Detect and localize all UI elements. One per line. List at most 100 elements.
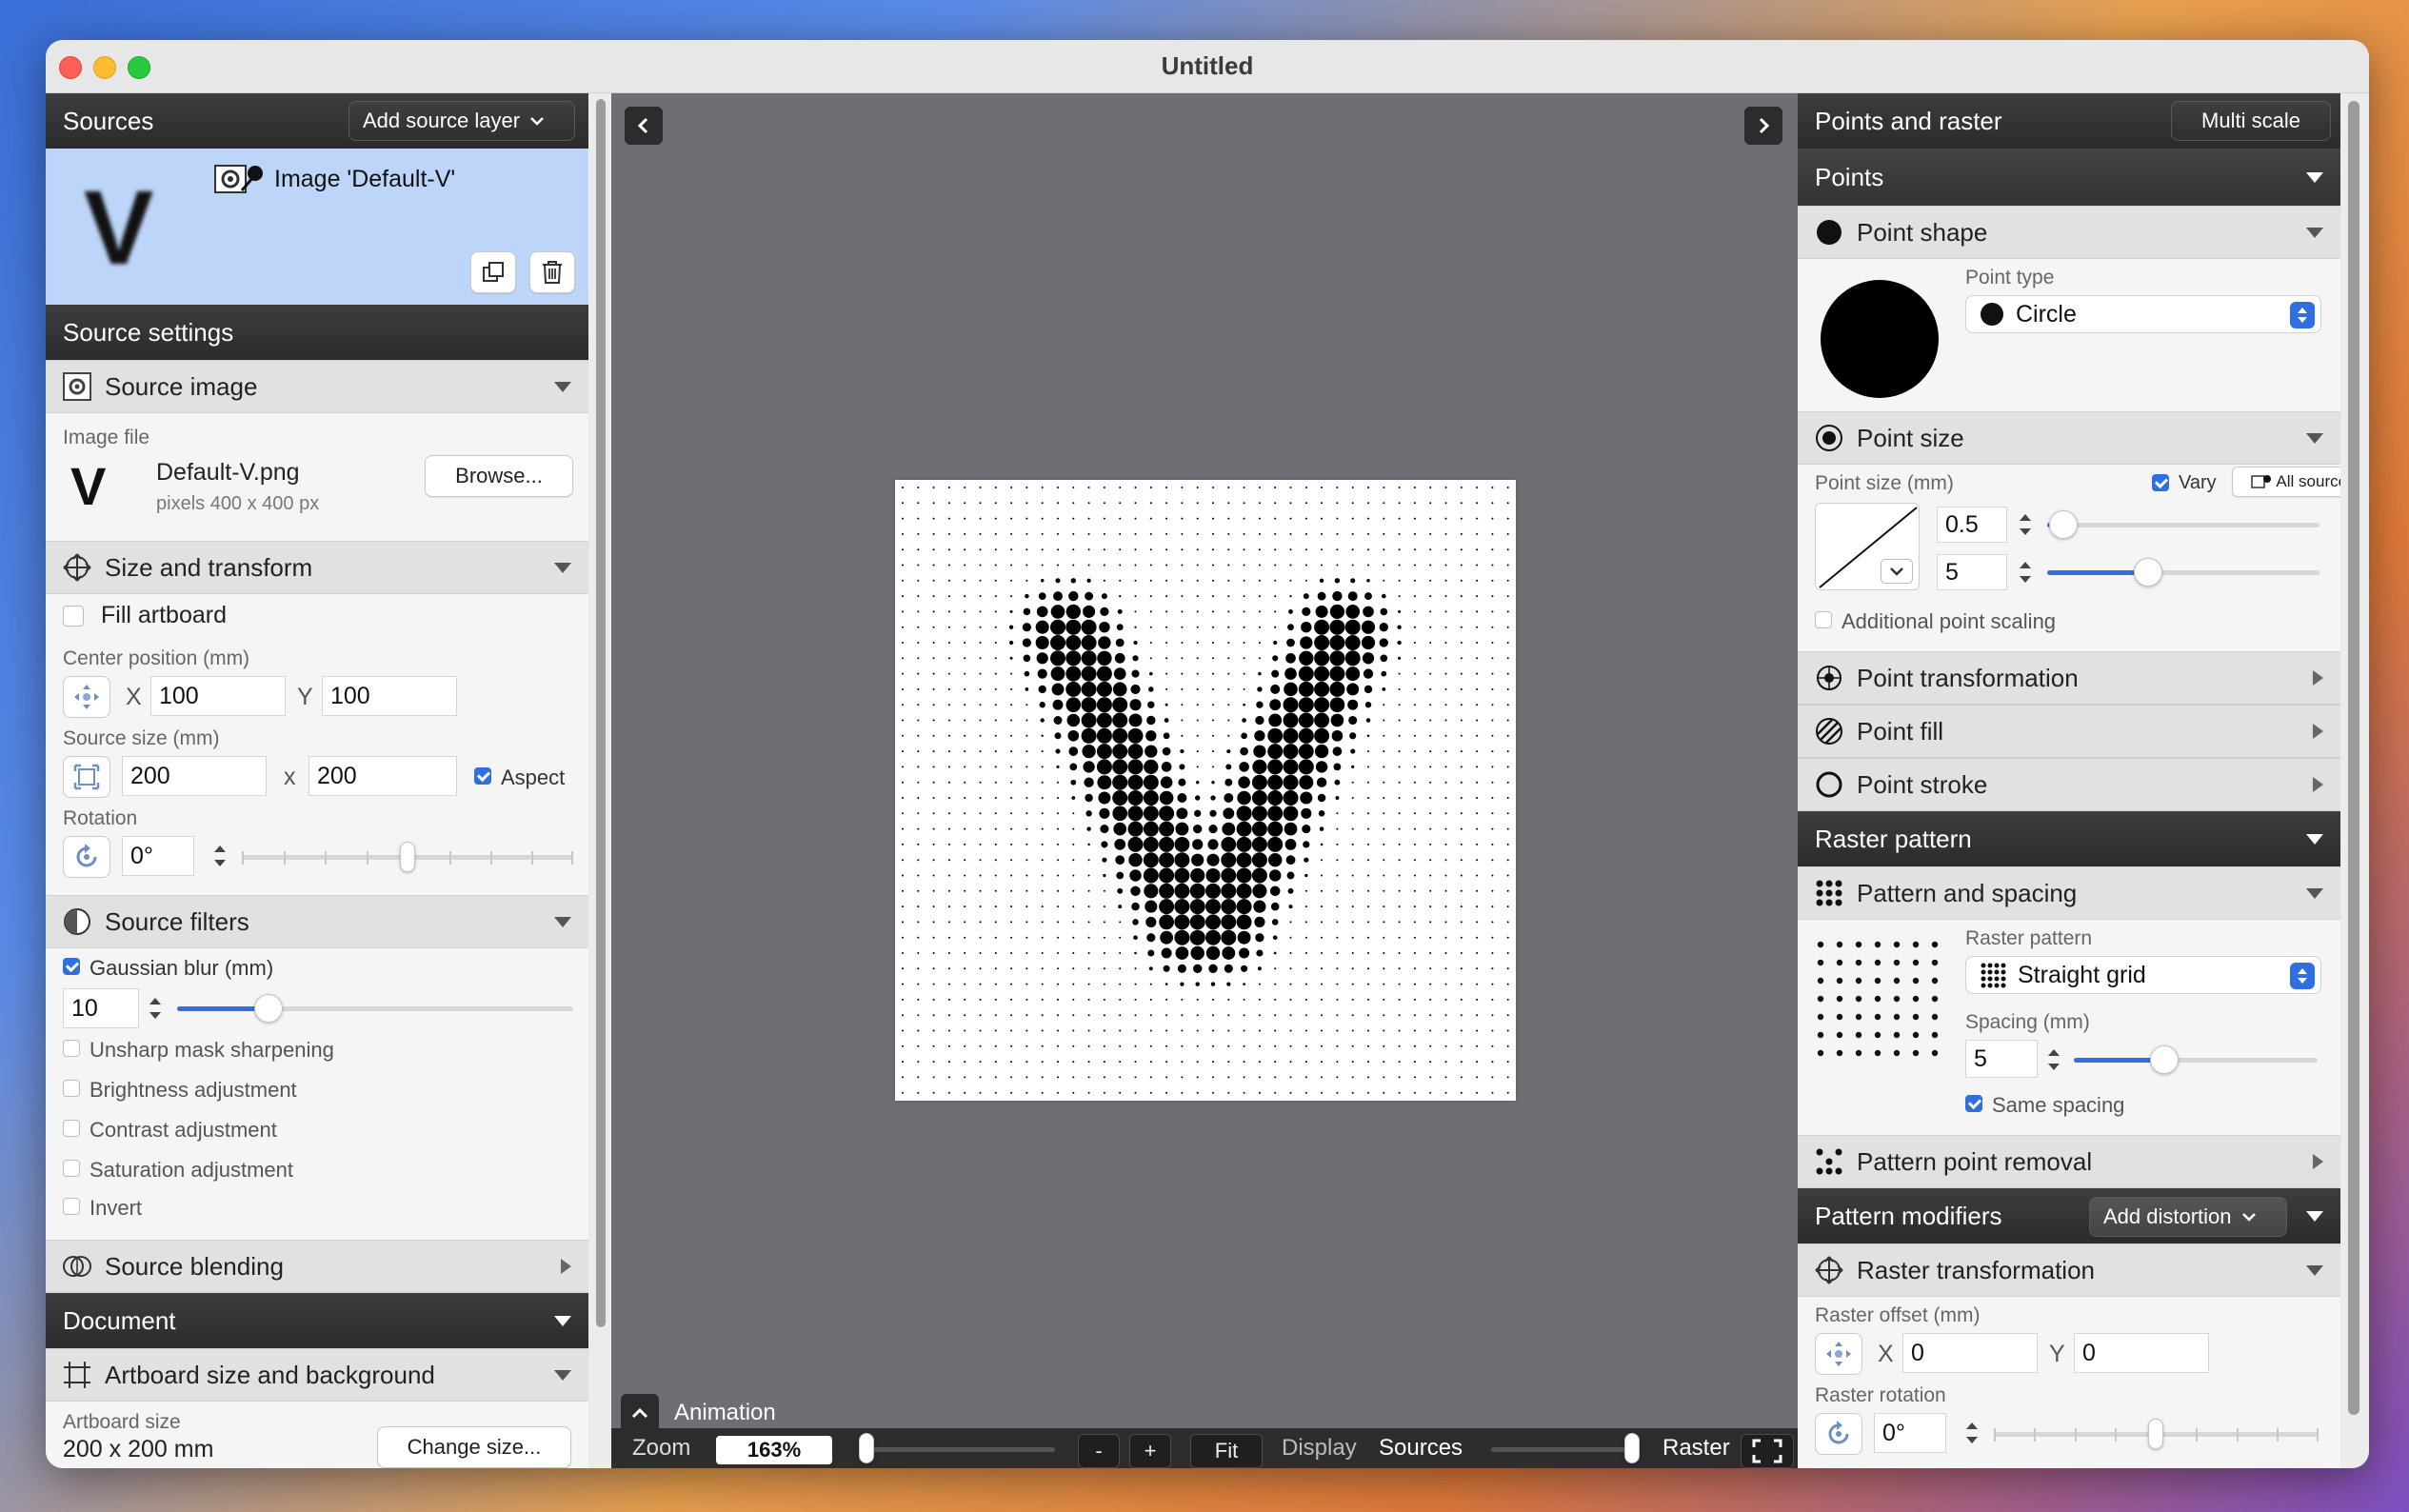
vary-checkbox[interactable] (2152, 474, 2169, 491)
change-size-button[interactable]: Change size... (377, 1426, 571, 1468)
animation-label: Animation (674, 1400, 776, 1425)
move-icon (74, 685, 99, 709)
rotation-stepper[interactable] (209, 836, 230, 876)
multi-scale-button[interactable]: Multi scale (2171, 101, 2331, 141)
gaussian-slider-knob[interactable] (254, 994, 283, 1023)
pattern-modifiers-header[interactable]: Pattern modifiers Add distortion (1798, 1188, 2340, 1243)
spacing-slider-knob[interactable] (2150, 1045, 2179, 1074)
zoom-in-button[interactable]: + (1129, 1434, 1171, 1468)
point-size-min-stepper[interactable] (2015, 505, 2036, 545)
invert-checkbox[interactable] (63, 1198, 80, 1215)
size-transform-header[interactable]: Size and transform (46, 541, 588, 594)
pattern-modifiers-title: Pattern modifiers (1815, 1201, 2002, 1230)
source-image-header[interactable]: Source image (46, 360, 588, 413)
point-size-min-knob[interactable] (2049, 510, 2078, 539)
raster-rotation-field[interactable]: 0° (1874, 1413, 1946, 1453)
add-distortion-button[interactable]: Add distortion (2089, 1197, 2287, 1237)
unsharp-mask-checkbox[interactable] (63, 1040, 80, 1057)
collapse-arrow-icon (554, 916, 571, 927)
center-x-field[interactable]: 100 (150, 676, 286, 716)
browse-button[interactable]: Browse... (425, 455, 573, 497)
point-type-select[interactable]: Circle (1965, 295, 2321, 333)
all-sources-button[interactable]: All sources (2232, 467, 2340, 497)
points-header[interactable]: Points (1798, 149, 2340, 206)
raster-offset-button[interactable] (1815, 1333, 1862, 1375)
point-size-curve[interactable] (1815, 503, 1920, 590)
point-size-max-stepper[interactable] (2015, 552, 2036, 592)
add-source-layer-button[interactable]: Add source layer (348, 101, 575, 141)
slider-tick (449, 851, 451, 865)
duplicate-source-button[interactable] (470, 251, 516, 293)
point-shape-header[interactable]: Point shape (1798, 206, 2340, 259)
collapse-left-button[interactable] (625, 107, 663, 145)
additional-scaling-checkbox[interactable] (1815, 611, 1832, 628)
center-y-field[interactable]: 100 (322, 676, 457, 716)
source-width-field[interactable]: 200 (122, 756, 267, 796)
close-window-button[interactable] (59, 56, 82, 79)
display-slider-track[interactable] (1491, 1447, 1634, 1452)
raster-pattern-select[interactable]: Straight grid (1965, 956, 2321, 994)
center-position-label: Center position (mm) (63, 647, 250, 669)
saturation-checkbox[interactable] (63, 1160, 80, 1177)
collapse-right-button[interactable] (1744, 107, 1782, 145)
artboard-canvas[interactable] (895, 480, 1516, 1101)
display-sources-label: Sources (1379, 1435, 1463, 1461)
gaussian-blur-stepper[interactable] (145, 988, 166, 1028)
maximize-window-button[interactable] (128, 56, 150, 79)
pattern-spacing-header[interactable]: Pattern and spacing (1798, 866, 2340, 920)
point-size-max-knob[interactable] (2134, 558, 2162, 587)
animation-toggle-button[interactable] (621, 1394, 659, 1432)
same-spacing-checkbox[interactable] (1965, 1095, 1982, 1112)
source-height-field[interactable]: 200 (309, 756, 457, 796)
grid-dots-icon (1813, 877, 1845, 909)
zoom-field[interactable]: 163% (716, 1436, 832, 1464)
raster-rotation-stepper[interactable] (1961, 1413, 1982, 1453)
right-scrollbar[interactable] (2340, 93, 2369, 1468)
rotation-field[interactable]: 0° (122, 836, 194, 876)
left-scrollbar[interactable] (590, 93, 611, 1468)
offset-x-field[interactable]: 0 (1902, 1333, 2038, 1373)
display-slider-knob[interactable] (1624, 1433, 1640, 1463)
raster-rotation-knob[interactable] (2148, 1419, 2163, 1449)
zoom-slider-knob[interactable] (859, 1433, 874, 1463)
gaussian-blur-checkbox[interactable] (63, 958, 80, 975)
spacing-stepper[interactable] (2043, 1040, 2064, 1080)
source-filters-header[interactable]: Source filters (46, 895, 588, 948)
right-scrollbar-thumb[interactable] (2348, 101, 2359, 1415)
brightness-checkbox[interactable] (63, 1080, 80, 1097)
aspect-checkbox[interactable] (474, 767, 491, 785)
contrast-checkbox[interactable] (63, 1120, 80, 1137)
fullscreen-button[interactable] (1741, 1434, 1794, 1468)
offset-y-field[interactable]: 0 (2074, 1333, 2209, 1373)
point-size-header[interactable]: Point size (1798, 411, 2340, 465)
document-header[interactable]: Document (46, 1293, 588, 1348)
artboard-header[interactable]: Artboard size and background (46, 1348, 588, 1402)
source-layer-item[interactable]: V Image 'Default-V' (46, 149, 588, 305)
point-fill-header[interactable]: Point fill (1798, 705, 2340, 758)
minimize-window-button[interactable] (93, 56, 116, 79)
spacing-field[interactable]: 5 (1965, 1040, 2038, 1078)
point-transformation-header[interactable]: Point transformation (1798, 651, 2340, 705)
fit-button[interactable]: Fit (1190, 1434, 1263, 1468)
source-blending-header[interactable]: Source blending (46, 1240, 588, 1293)
point-stroke-header[interactable]: Point stroke (1798, 758, 2340, 811)
source-size-button[interactable] (63, 756, 110, 798)
raster-pattern-header[interactable]: Raster pattern (1798, 811, 2340, 866)
zoom-slider-track[interactable] (865, 1447, 1055, 1452)
zoom-out-button[interactable]: - (1078, 1434, 1120, 1468)
rotation-button[interactable] (63, 836, 110, 878)
raster-transformation-header[interactable]: Raster transformation (1798, 1243, 2340, 1297)
left-scrollbar-thumb[interactable] (596, 99, 606, 1327)
point-size-min-track[interactable] (2047, 523, 2319, 527)
pattern-point-removal-header[interactable]: Pattern point removal (1798, 1135, 2340, 1188)
gaussian-blur-field[interactable]: 10 (63, 988, 139, 1028)
center-position-button[interactable] (63, 676, 110, 718)
raster-rotation-button[interactable] (1815, 1413, 1862, 1455)
curve-dropdown-button[interactable] (1881, 559, 1913, 584)
slider-tick (2034, 1428, 2036, 1442)
delete-source-button[interactable] (529, 251, 575, 293)
rotation-slider-knob[interactable] (400, 842, 415, 872)
point-size-max-field[interactable]: 5 (1937, 554, 2007, 590)
point-size-min-field[interactable]: 0.5 (1937, 507, 2007, 543)
fill-artboard-checkbox[interactable] (63, 606, 84, 627)
